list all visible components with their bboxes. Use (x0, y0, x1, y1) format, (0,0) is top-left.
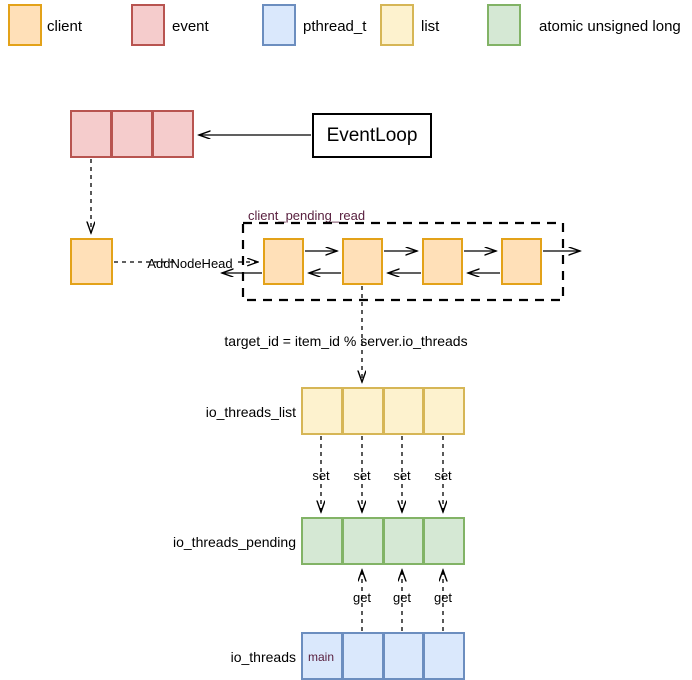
connector-layer: into dashed box --> (0, 0, 692, 631)
client-pending-read-group (241, 221, 565, 302)
